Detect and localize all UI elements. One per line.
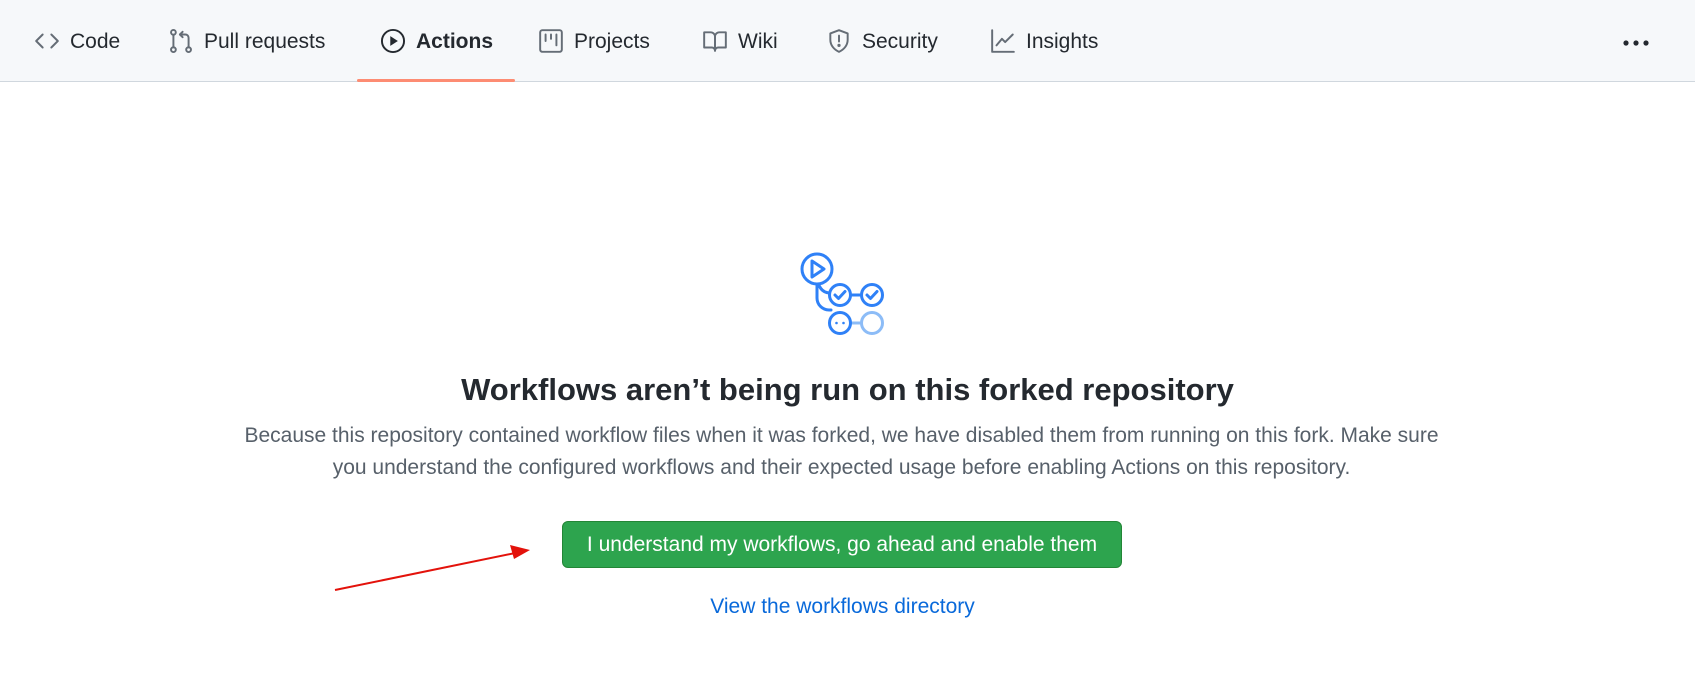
tab-actions[interactable]: Actions	[380, 0, 493, 82]
active-tab-underline	[357, 79, 515, 82]
annotation-arrow-icon	[330, 540, 540, 595]
tab-label: Projects	[574, 29, 650, 53]
kebab-horizontal-icon	[1622, 34, 1650, 52]
workflows-directory-link[interactable]: View the workflows directory	[0, 595, 1685, 619]
tab-security[interactable]: Security	[826, 0, 938, 82]
tab-label: Code	[70, 29, 121, 53]
workflow-icon	[795, 248, 891, 340]
play-icon	[380, 28, 406, 54]
tab-label: Security	[862, 29, 938, 53]
tab-wiki[interactable]: Wiki	[702, 0, 778, 82]
description-text: Because this repository contained workfl…	[244, 424, 1439, 479]
tab-insights[interactable]: Insights	[990, 0, 1098, 82]
tab-code[interactable]: Code	[34, 0, 120, 82]
tab-label: Actions	[416, 29, 494, 53]
tab-pull-requests[interactable]: Pull requests	[168, 0, 325, 82]
more-menu-button[interactable]	[1618, 30, 1654, 56]
graph-icon	[990, 28, 1016, 54]
git-pull-request-icon	[168, 28, 194, 54]
book-icon	[702, 28, 728, 54]
project-board-icon	[538, 28, 564, 54]
repo-nav: Code Pull requests Actions Projects Wiki…	[0, 0, 1695, 82]
tab-label: Insights	[1026, 29, 1099, 53]
code-icon	[34, 28, 60, 54]
enable-workflows-button[interactable]: I understand my workflows, go ahead and …	[562, 521, 1122, 568]
tab-label: Wiki	[738, 29, 778, 53]
tab-label: Pull requests	[204, 29, 326, 53]
page-title: Workflows aren’t being run on this forke…	[461, 372, 1234, 407]
shield-icon	[826, 28, 852, 54]
tab-projects[interactable]: Projects	[538, 0, 650, 82]
